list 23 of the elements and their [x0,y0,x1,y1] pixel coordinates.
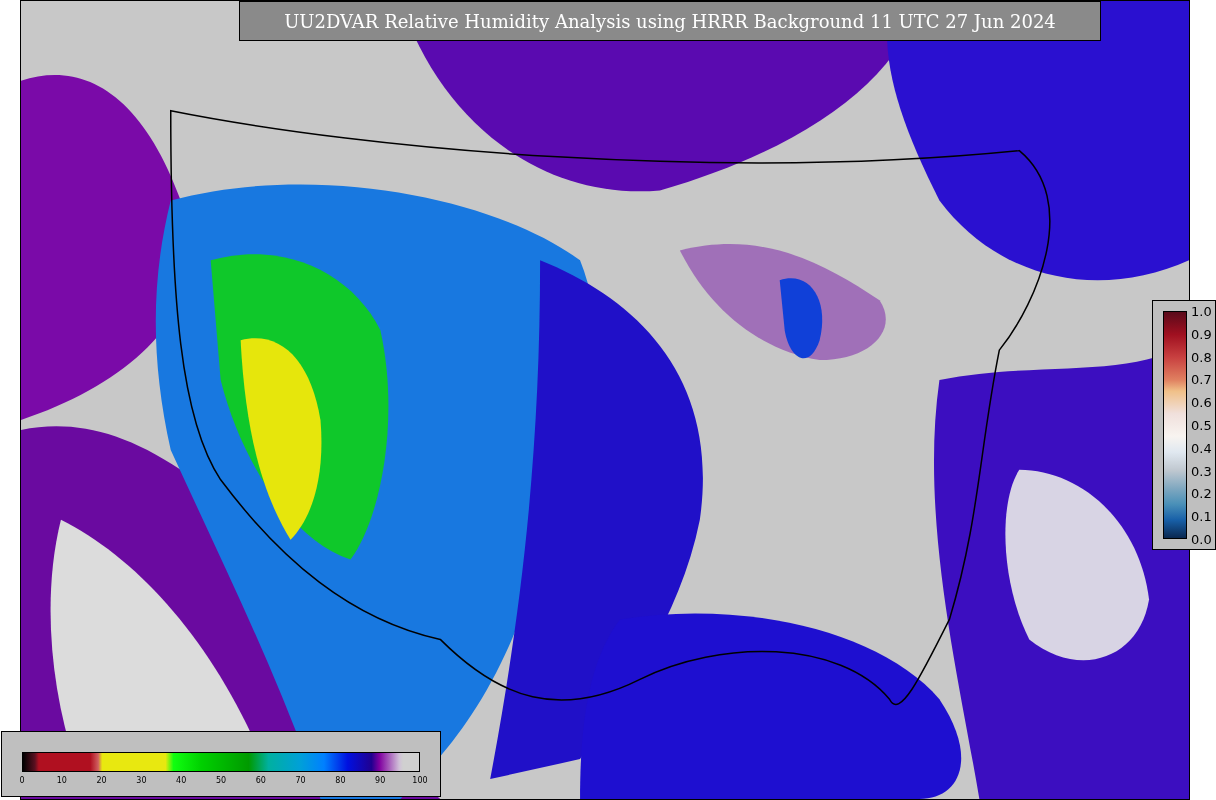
tick-label: 30 [136,776,147,785]
tick-label: 0.2 [1191,485,1212,501]
tick-label: 60 [255,776,266,785]
tick-label: 90 [375,776,386,785]
tick-label: 1.0 [1191,303,1212,319]
tick-label: 50 [215,776,227,785]
tick-label: 0.3 [1191,463,1212,479]
tick-label: 0.0 [1191,531,1212,547]
tick-label: 40 [176,776,187,785]
tick-label: 0.9 [1191,326,1212,342]
tick-label: 0 [19,776,25,785]
tick-label: 10 [56,776,67,785]
tick-label: 100 [412,776,428,785]
tick-label: 0.6 [1191,394,1212,410]
tick-label: 0.5 [1191,417,1212,433]
tick-label: 70 [295,776,306,785]
tick-label: 80 [335,776,346,785]
map-title: UU2DVAR Relative Humidity Analysis using HRRR Background 11 UTC 27 Jun 2024 [239,1,1101,41]
tick-label: 0.4 [1191,440,1212,456]
tick-label: 0.1 [1191,508,1212,524]
tick-label: 20 [96,776,107,785]
tick-label: 0.7 [1191,371,1212,387]
tick-label: 0.8 [1191,349,1212,365]
